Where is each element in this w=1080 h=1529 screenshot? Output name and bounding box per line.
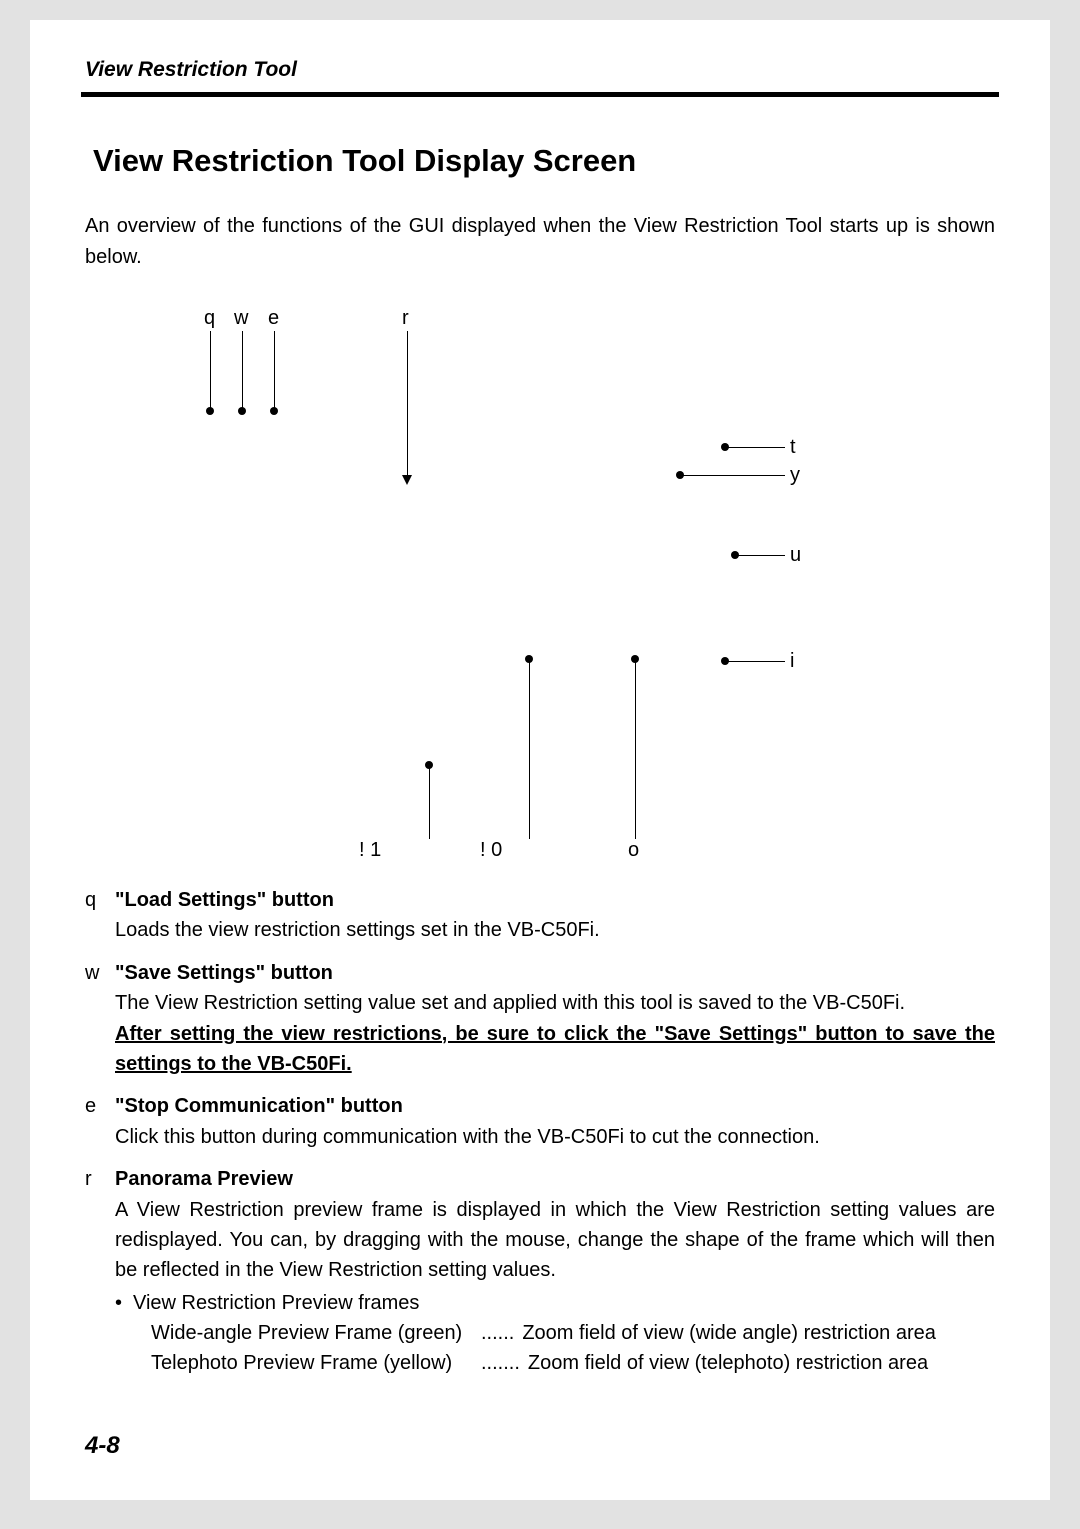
callout-t-label: t bbox=[790, 436, 796, 459]
callout-w-line bbox=[242, 331, 243, 411]
callout-c1-label: ! 1 bbox=[359, 839, 381, 862]
callout-t-line bbox=[725, 447, 785, 448]
def-item-e: e "Stop Communication" button Click this… bbox=[85, 1091, 995, 1152]
callout-q-line bbox=[210, 331, 211, 411]
header-rule bbox=[81, 92, 999, 97]
callout-r-label: r bbox=[402, 307, 409, 330]
def-body: Panorama Preview A View Restriction prev… bbox=[115, 1164, 995, 1379]
callout-c1-line bbox=[429, 765, 430, 839]
definition-list: q "Load Settings" button Loads the view … bbox=[85, 885, 995, 1379]
def-title: "Load Settings" button bbox=[115, 889, 334, 911]
frame-name: Telephoto Preview Frame (yellow) bbox=[151, 1348, 481, 1378]
def-item-w: w "Save Settings" button The View Restri… bbox=[85, 958, 995, 1080]
dot-icon bbox=[731, 551, 739, 559]
def-body: "Save Settings" button The View Restrict… bbox=[115, 958, 995, 1080]
frame-line-2: Telephoto Preview Frame (yellow) .......… bbox=[151, 1348, 995, 1378]
def-title: Panorama Preview bbox=[115, 1168, 293, 1190]
page-number: 4-8 bbox=[85, 1432, 120, 1460]
callout-c0-line bbox=[529, 659, 530, 839]
callout-o-line bbox=[635, 659, 636, 839]
arrow-down-icon bbox=[402, 475, 412, 485]
def-emphasis: After setting the view restrictions, be … bbox=[115, 1023, 995, 1075]
def-key: w bbox=[85, 958, 115, 1080]
callout-u-label: u bbox=[790, 544, 801, 567]
callout-o-label: o bbox=[628, 839, 639, 862]
frame-line-1: Wide-angle Preview Frame (green) ...... … bbox=[151, 1318, 995, 1348]
callout-i-line bbox=[725, 661, 785, 662]
callout-c0-label: ! 0 bbox=[480, 839, 502, 862]
def-body: "Load Settings" button Loads the view re… bbox=[115, 885, 995, 946]
sub-bullet: • View Restriction Preview frames bbox=[115, 1288, 995, 1318]
dot-icon bbox=[206, 407, 214, 415]
frame-desc: Zoom field of view (wide angle) restrict… bbox=[522, 1318, 936, 1348]
dot-icon bbox=[676, 471, 684, 479]
def-text: The View Restriction setting value set a… bbox=[115, 992, 905, 1014]
section-heading: View Restriction Tool Display Screen bbox=[93, 143, 995, 179]
callout-y-label: y bbox=[790, 464, 800, 487]
def-text: Click this button during communication w… bbox=[115, 1126, 820, 1148]
dots-icon: ...... bbox=[481, 1318, 514, 1348]
callout-diagram: q w e r t y u i ! 1 ! 0 bbox=[85, 307, 995, 867]
def-key: e bbox=[85, 1091, 115, 1152]
def-text: Loads the view restriction settings set … bbox=[115, 919, 600, 941]
dot-icon bbox=[721, 443, 729, 451]
callout-u-line bbox=[735, 555, 785, 556]
callout-r-line bbox=[407, 331, 408, 477]
def-text: A View Restriction preview frame is disp… bbox=[115, 1199, 995, 1282]
def-key: r bbox=[85, 1164, 115, 1379]
callout-e-label: e bbox=[268, 307, 279, 330]
dot-icon bbox=[721, 657, 729, 665]
bullet-icon: • bbox=[115, 1288, 133, 1318]
def-title: "Stop Communication" button bbox=[115, 1095, 403, 1117]
def-key: q bbox=[85, 885, 115, 946]
def-item-r: r Panorama Preview A View Restriction pr… bbox=[85, 1164, 995, 1379]
def-body: "Stop Communication" button Click this b… bbox=[115, 1091, 995, 1152]
frame-desc: Zoom field of view (telephoto) restricti… bbox=[528, 1348, 928, 1378]
document-page: View Restriction Tool View Restriction T… bbox=[30, 20, 1050, 1500]
dots-icon: ....... bbox=[481, 1348, 520, 1378]
dot-icon bbox=[238, 407, 246, 415]
callout-w-label: w bbox=[234, 307, 248, 330]
def-item-q: q "Load Settings" button Loads the view … bbox=[85, 885, 995, 946]
callout-e-line bbox=[274, 331, 275, 411]
def-title: "Save Settings" button bbox=[115, 962, 333, 984]
callout-i-label: i bbox=[790, 650, 794, 673]
callout-y-line bbox=[680, 475, 785, 476]
frame-name: Wide-angle Preview Frame (green) bbox=[151, 1318, 481, 1348]
dot-icon bbox=[270, 407, 278, 415]
intro-paragraph: An overview of the functions of the GUI … bbox=[85, 211, 995, 273]
sub-bullet-title: View Restriction Preview frames bbox=[133, 1288, 419, 1318]
running-header: View Restriction Tool bbox=[85, 58, 995, 82]
callout-q-label: q bbox=[204, 307, 215, 330]
